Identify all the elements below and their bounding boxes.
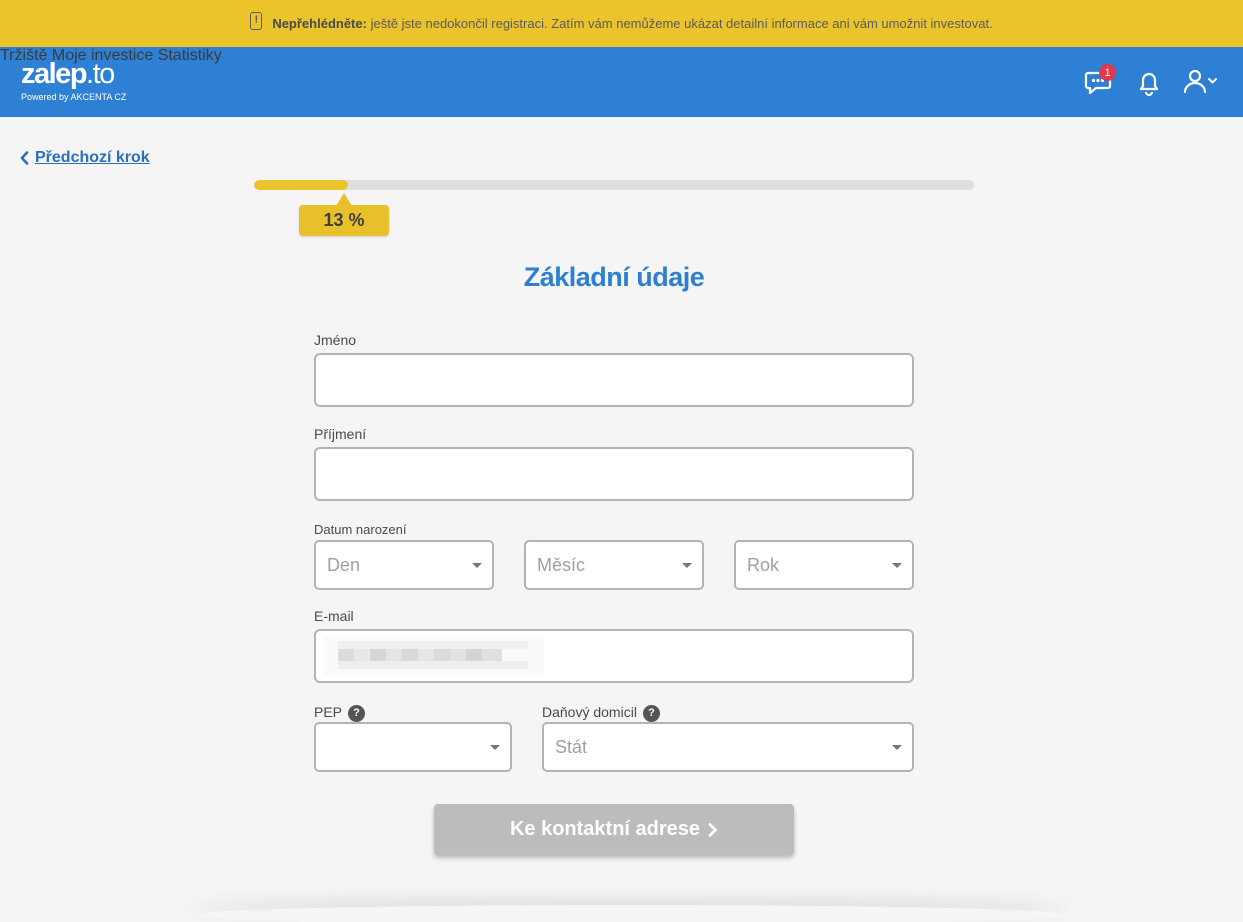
birth-month-select[interactable]: Měsíc [524,540,704,590]
zalepto-logo[interactable]: zalep.to Powered by AKCENTA CZ [21,58,126,103]
birth-day-select[interactable]: Den [314,540,494,590]
birth-year-placeholder: Rok [747,554,780,575]
birth-month-placeholder: Měsíc [537,554,586,575]
pep-label: PEP? [314,704,366,722]
pep-help-icon[interactable]: ? [348,704,366,722]
banner-text: Nepřehlédněte: ještě jste nedokončil reg… [272,16,992,31]
progress-fill [254,180,348,190]
footer-edge [190,905,1070,922]
messages-count-badge: 1 [1099,64,1116,81]
progress-percentage: 13 % [299,205,389,236]
last-name-input[interactable] [314,447,914,501]
previous-step-link[interactable]: Předchozí krok [20,149,150,167]
tax-domicile-select[interactable]: Stát [542,722,914,772]
first-name-input[interactable] [314,353,914,407]
birth-date-label: Datum narození [314,522,407,537]
tax-domicile-help-icon[interactable]: ? [642,704,660,722]
previous-step-label: Předchozí krok [35,149,150,166]
caret-down-icon [892,563,902,568]
continue-button-label: Ke kontaktní adrese [509,818,701,840]
bell-icon[interactable] [1134,68,1164,98]
caret-down-icon [682,563,692,568]
email-input[interactable] [314,629,914,683]
tax-domicile-placeholder: Stát [555,736,588,757]
top-navbar: zalep.to Powered by AKCENTA CZ Tržiště M… [0,47,1243,117]
caret-down-icon [892,745,902,750]
banner-message: ještě jste nedokončil registraci. Zatím … [370,16,993,31]
logo-wordmark: zalep.to [21,58,126,90]
chevron-left-icon [20,151,29,165]
redacted-email-value [324,637,544,675]
alert-icon: ! [250,11,263,30]
tax-domicile-label: Daňový domicil? [542,704,660,722]
nav-statistics[interactable]: Statistiky [158,47,222,64]
powered-by: Powered by AKCENTA CZ [21,92,127,102]
first-name-label: Jméno [314,332,357,348]
registration-progress-bar [254,180,974,190]
registration-warning-banner: ! Nepřehlédněte: ještě jste nedokončil r… [0,0,1243,47]
email-label: E-mail [314,608,354,624]
continue-to-contact-address-button[interactable]: Ke kontaktní adrese [434,804,794,855]
tax-domicile-label-text: Daňový domicil [542,704,637,720]
caret-down-icon [490,745,500,750]
banner-lead: Nepřehlédněte: [272,16,367,31]
chevron-right-icon [708,822,717,837]
caret-down-icon [472,563,482,568]
pep-select[interactable] [314,722,512,772]
birth-day-placeholder: Den [327,554,361,575]
birth-year-select[interactable]: Rok [734,540,914,590]
page-title: Základní údaje [523,262,705,292]
last-name-label: Příjmení [314,426,367,442]
logo-main: zalep [21,58,88,90]
pep-label-text: PEP [314,704,343,720]
logo-suffix: to [92,58,116,90]
user-menu-icon[interactable] [1181,67,1221,97]
